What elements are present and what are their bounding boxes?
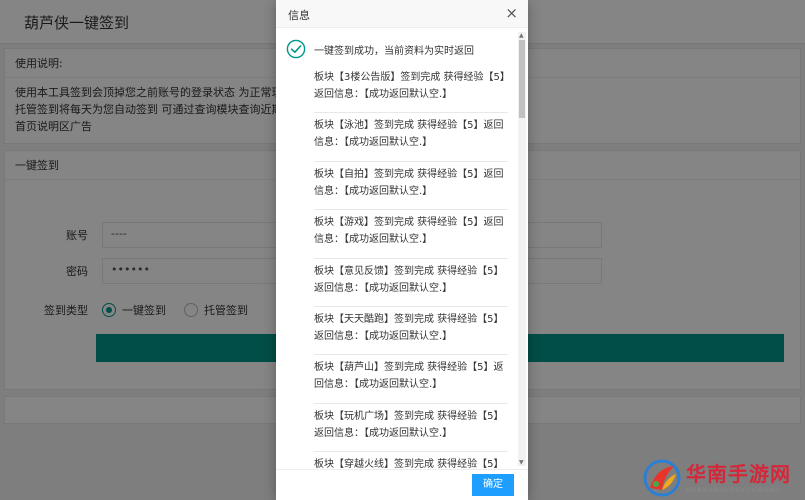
close-icon[interactable]: × (505, 5, 518, 21)
result-entry: 板块【穿越火线】签到完成 获得经验【5】 (314, 452, 508, 469)
dialog-scrollbar[interactable]: ▲ ▼ (518, 32, 526, 466)
watermark-logo: 华南手游网 HUANANSHOUYOUWANG (642, 458, 791, 498)
scroll-down-icon[interactable]: ▼ (519, 459, 524, 466)
logo-icon (643, 459, 681, 497)
success-check-icon (286, 39, 306, 59)
result-entry: 板块【葫芦山】签到完成 获得经验【5】返回信息：【成功返回默认空.】 (314, 355, 508, 404)
logo-main-text: 华南手游网 (686, 461, 791, 486)
dialog-title: 信息 (288, 9, 310, 22)
result-message: 一键签到成功，当前资料为实时返回 (314, 45, 474, 57)
result-entry: 板块【天天酷跑】签到完成 获得经验【5】返回信息：【成功返回默认空.】 (314, 307, 508, 356)
info-dialog: 信息 × 一键签到成功，当前资料为实时返回 板块【3楼公告版】签到完成 获得经验… (276, 0, 528, 500)
dialog-body: 一键签到成功，当前资料为实时返回 板块【3楼公告版】签到完成 获得经验【5】返回… (276, 29, 528, 469)
result-header: 一键签到成功，当前资料为实时返回 (276, 29, 528, 65)
confirm-button[interactable]: 确定 (472, 474, 514, 496)
result-entry: 板块【玩机广场】签到完成 获得经验【5】返回信息：【成功返回默认空.】 (314, 404, 508, 453)
scroll-thumb[interactable] (519, 40, 525, 118)
result-entry: 板块【意见反馈】签到完成 获得经验【5】返回信息：【成功返回默认空.】 (314, 259, 508, 307)
result-entry: 板块【自拍】签到完成 获得经验【5】返回信息：【成功返回默认空.】 (314, 162, 508, 211)
dialog-footer: 确定 (276, 469, 528, 500)
result-entries: 板块【3楼公告版】签到完成 获得经验【5】返回信息：【成功返回默认空.】 板块【… (276, 65, 528, 469)
result-entry: 板块【游戏】签到完成 获得经验【5】返回信息：【成功返回默认空.】 (314, 210, 508, 259)
dialog-header: 信息 × (276, 0, 528, 28)
result-entry: 板块【泳池】签到完成 获得经验【5】返回信息：【成功返回默认空.】 (314, 113, 508, 162)
logo-text: 华南手游网 HUANANSHOUYOUWANG (686, 463, 791, 494)
logo-sub-text: HUANANSHOUYOUWANG (686, 485, 781, 494)
scroll-up-icon[interactable]: ▲ (519, 32, 524, 39)
result-entry: 板块【3楼公告版】签到完成 获得经验【5】返回信息：【成功返回默认空.】 (314, 65, 508, 114)
